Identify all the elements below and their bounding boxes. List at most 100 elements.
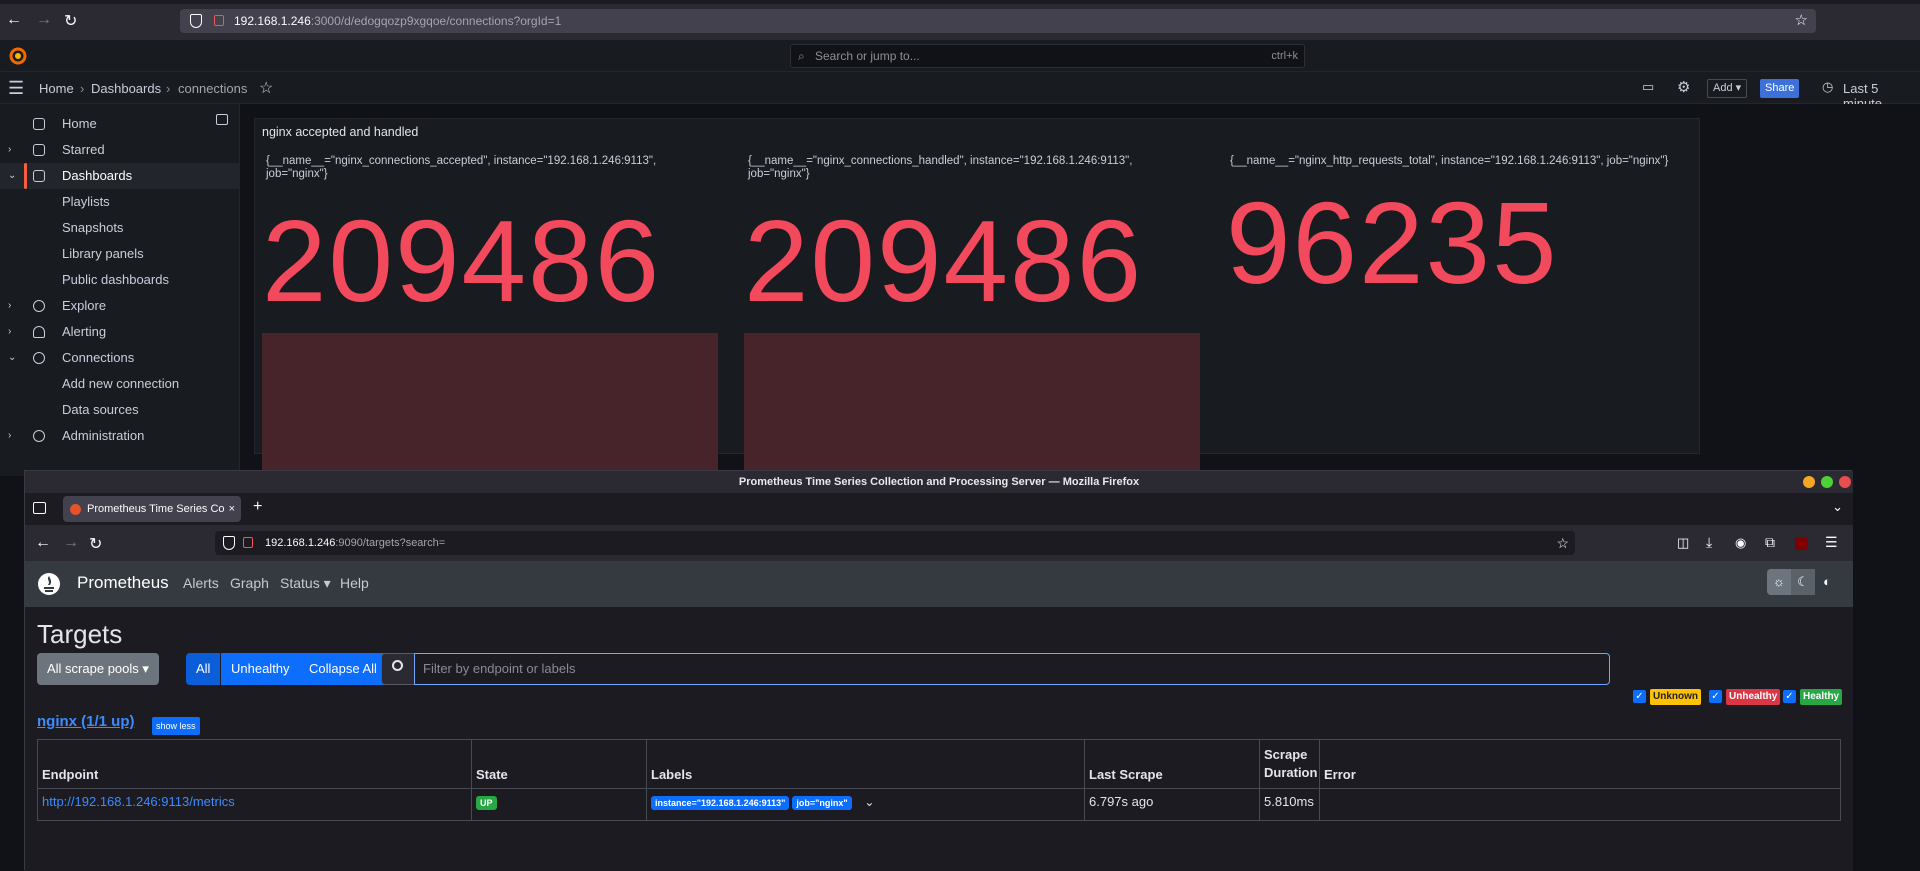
account-icon[interactable]: ◉ [1735, 535, 1746, 551]
checkbox-healthy[interactable]: ✓ [1783, 690, 1796, 703]
breadcrumb-home[interactable]: Home [39, 81, 74, 96]
chevron-down-icon[interactable]: ⌄ [1832, 499, 1843, 515]
sidebar-item-administration[interactable]: › Administration [0, 423, 240, 449]
breadcrumb-dashboards[interactable]: Dashboards [91, 81, 161, 96]
add-label: Add [1713, 82, 1733, 94]
sidebar-item-home[interactable]: Home [0, 111, 240, 137]
tab-prometheus[interactable]: Prometheus Time Series Co × [63, 496, 241, 522]
chevron-right-icon[interactable]: › [8, 293, 11, 319]
sidebar-item-library-panels[interactable]: Library panels [0, 241, 240, 267]
checkbox-unknown[interactable]: ✓ [1633, 690, 1646, 703]
pocket-icon[interactable]: ◫ [1677, 535, 1689, 551]
address-bar[interactable]: 192.168.1.246:9090/targets?search= ☆ [215, 531, 1575, 555]
reload-icon[interactable]: ↻ [89, 534, 102, 554]
sidebar-item-label: Add new connection [62, 376, 180, 391]
download-icon[interactable]: ⤓ [1706, 534, 1712, 551]
prometheus-navbar: Prometheus Alerts Graph Status ▾ Help ☼ … [25, 561, 1853, 607]
search-input[interactable]: Filter by endpoint or labels [414, 653, 1610, 685]
add-button[interactable]: Add ▾ [1707, 79, 1748, 98]
scrape-pool-title[interactable]: nginx (1/1 up) [37, 713, 135, 730]
chevron-down-icon[interactable]: ⌄ [8, 163, 16, 189]
new-tab-icon[interactable]: + [253, 498, 262, 516]
nav-alerts[interactable]: Alerts [183, 575, 219, 591]
extensions-icon[interactable]: ⧉ [1765, 534, 1775, 551]
targets-table: Endpoint State Labels Last Scrape Scrape… [37, 739, 1841, 821]
minimize-icon[interactable] [1803, 476, 1815, 488]
url-host: 192.168.1.246 [234, 14, 311, 28]
bookmark-star-icon[interactable]: ☆ [1795, 9, 1808, 33]
home-icon [33, 118, 45, 130]
back-icon[interactable]: ← [35, 534, 51, 552]
expand-labels-chevron-icon[interactable]: ⌄ [864, 795, 874, 809]
stat-legend-line: {__name__="nginx_connections_handled", i… [748, 155, 1133, 167]
close-tab-icon[interactable]: × [229, 496, 235, 522]
badge-unhealthy: Unhealthy [1726, 689, 1781, 705]
col-state: State [472, 740, 647, 788]
sidebar-item-starred[interactable]: › Starred [0, 137, 240, 163]
sidebar-item-label: Explore [62, 298, 107, 313]
scrape-pool-dropdown[interactable]: All scrape pools ▾ [37, 653, 159, 685]
stat-sparkline-fill [744, 333, 1200, 491]
stat-legend: {__name__="nginx_http_requests_total", i… [1226, 155, 1696, 168]
dark-theme-icon[interactable]: ☾ [1791, 569, 1815, 595]
clock-icon: ◷ [1822, 79, 1834, 94]
col-label: State [476, 767, 508, 782]
search-input[interactable]: ⌕ Search or jump to... ctrl+k [790, 44, 1305, 68]
theme-switch: ☼ ☾ ◐ [1767, 569, 1839, 595]
stat-value: 96235 [1226, 178, 1559, 308]
sidebar-item-connections[interactable]: ⌄ Connections [0, 345, 240, 371]
chevron-right-icon[interactable]: › [8, 319, 11, 345]
stat-panel[interactable]: nginx accepted and handled {__name__="ng… [254, 118, 1700, 491]
bookmark-star-icon[interactable]: ☆ [1556, 531, 1569, 555]
sidebar-item-playlists[interactable]: Playlists [0, 189, 240, 215]
grafana-logo-icon[interactable] [8, 46, 28, 66]
tab-list-icon[interactable] [33, 502, 46, 514]
prometheus-logo-icon[interactable] [37, 572, 61, 596]
save-icon[interactable]: ▭ [1642, 79, 1654, 95]
chevron-right-icon[interactable]: › [8, 423, 11, 449]
forward-icon[interactable]: → [63, 534, 79, 552]
col-last-scrape: Last Scrape [1085, 740, 1260, 788]
col-label: Error [1324, 767, 1356, 782]
endpoint-link[interactable]: http://192.168.1.246:9113/metrics [42, 794, 235, 809]
chevron-down-icon[interactable]: ⌄ [8, 345, 16, 371]
stat-legend-line: {__name__="nginx_connections_accepted", … [266, 155, 657, 167]
back-icon[interactable]: ← [6, 11, 22, 29]
filter-all-button[interactable]: All [186, 653, 221, 685]
settings-gear-icon[interactable]: ⚙ [1677, 78, 1690, 96]
filter-unhealthy-button[interactable]: Unhealthy [221, 653, 300, 685]
sidebar-item-public-dashboards[interactable]: Public dashboards [0, 267, 240, 293]
ublock-icon[interactable] [1795, 537, 1808, 550]
collapse-all-button[interactable]: Collapse All [299, 653, 387, 685]
sidebar-item-data-sources[interactable]: Data sources [0, 397, 240, 423]
brand-link[interactable]: Prometheus [77, 573, 169, 593]
close-window-icon[interactable] [1839, 476, 1851, 488]
sidebar-item-explore[interactable]: › Explore [0, 293, 240, 319]
menu-icon[interactable]: ☰ [8, 78, 24, 99]
checkbox-unhealthy[interactable]: ✓ [1709, 690, 1722, 703]
auto-theme-icon[interactable]: ◐ [1815, 569, 1839, 595]
nav-status[interactable]: Status ▾ [280, 575, 331, 592]
nav-graph[interactable]: Graph [230, 575, 269, 591]
sidebar-item-add-new-connection[interactable]: Add new connection [0, 371, 240, 397]
star-icon[interactable]: ☆ [259, 78, 273, 98]
chevron-right-icon[interactable]: › [8, 137, 11, 163]
share-button[interactable]: Share [1760, 79, 1800, 98]
sidebar-item-snapshots[interactable]: Snapshots [0, 215, 240, 241]
address-bar[interactable]: 192.168.1.246:3000/d/edogqozp9xgqoe/conn… [180, 9, 1816, 33]
sidebar-item-label: Connections [62, 350, 135, 365]
maximize-icon[interactable] [1821, 476, 1833, 488]
reload-icon[interactable]: ↻ [64, 11, 77, 31]
show-less-button[interactable]: show less [152, 717, 200, 735]
last-scrape-cell: 6.797s ago [1085, 788, 1260, 821]
forward-icon[interactable]: → [36, 11, 52, 29]
window-title: Prometheus Time Series Collection and Pr… [738, 476, 1140, 488]
light-theme-icon[interactable]: ☼ [1767, 569, 1791, 595]
nav-help[interactable]: Help [340, 575, 369, 591]
sidebar-item-alerting[interactable]: › Alerting [0, 319, 240, 345]
sidebar-item-label: Administration [62, 428, 145, 443]
app-menu-icon[interactable]: ☰ [1825, 534, 1838, 551]
browser-toolbar: ← → ↻ 192.168.1.246:9090/targets?search=… [25, 525, 1853, 561]
sidebar-item-dashboards[interactable]: ⌄ Dashboards [0, 163, 240, 189]
col-scrape-duration: Scrape Duration [1260, 740, 1320, 788]
